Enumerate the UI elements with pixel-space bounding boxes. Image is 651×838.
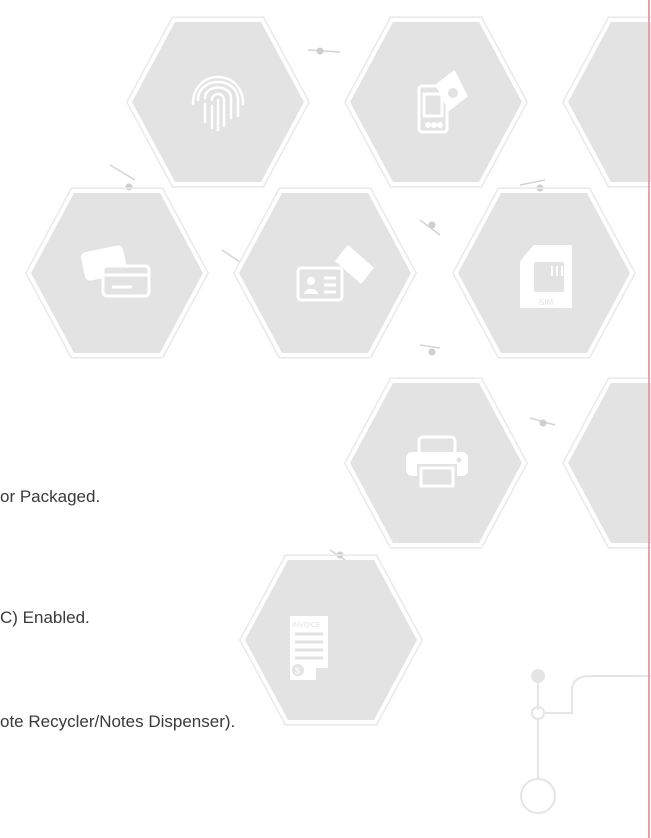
feature-line-packaged: or Packaged.: [0, 487, 101, 506]
sim-card-label: SIM: [539, 298, 554, 307]
sim-card-icon: SIM: [520, 245, 572, 308]
hexagon-top-right: [568, 22, 651, 182]
feature-line-dispenser: ote Recycler/Notes Dispenser).: [0, 712, 236, 731]
feature-line-enabled: C) Enabled.: [0, 608, 90, 627]
hexagon-right-middle: [568, 383, 651, 543]
hexagon-tiles: [31, 22, 651, 720]
invoice-label: INVOICE: [292, 622, 321, 629]
accent-rule: [648, 0, 650, 838]
invoice-icon: $ INVOICE: [290, 616, 328, 680]
circuit-decoration: [520, 669, 651, 814]
invoice-currency-symbol: $: [295, 666, 300, 676]
